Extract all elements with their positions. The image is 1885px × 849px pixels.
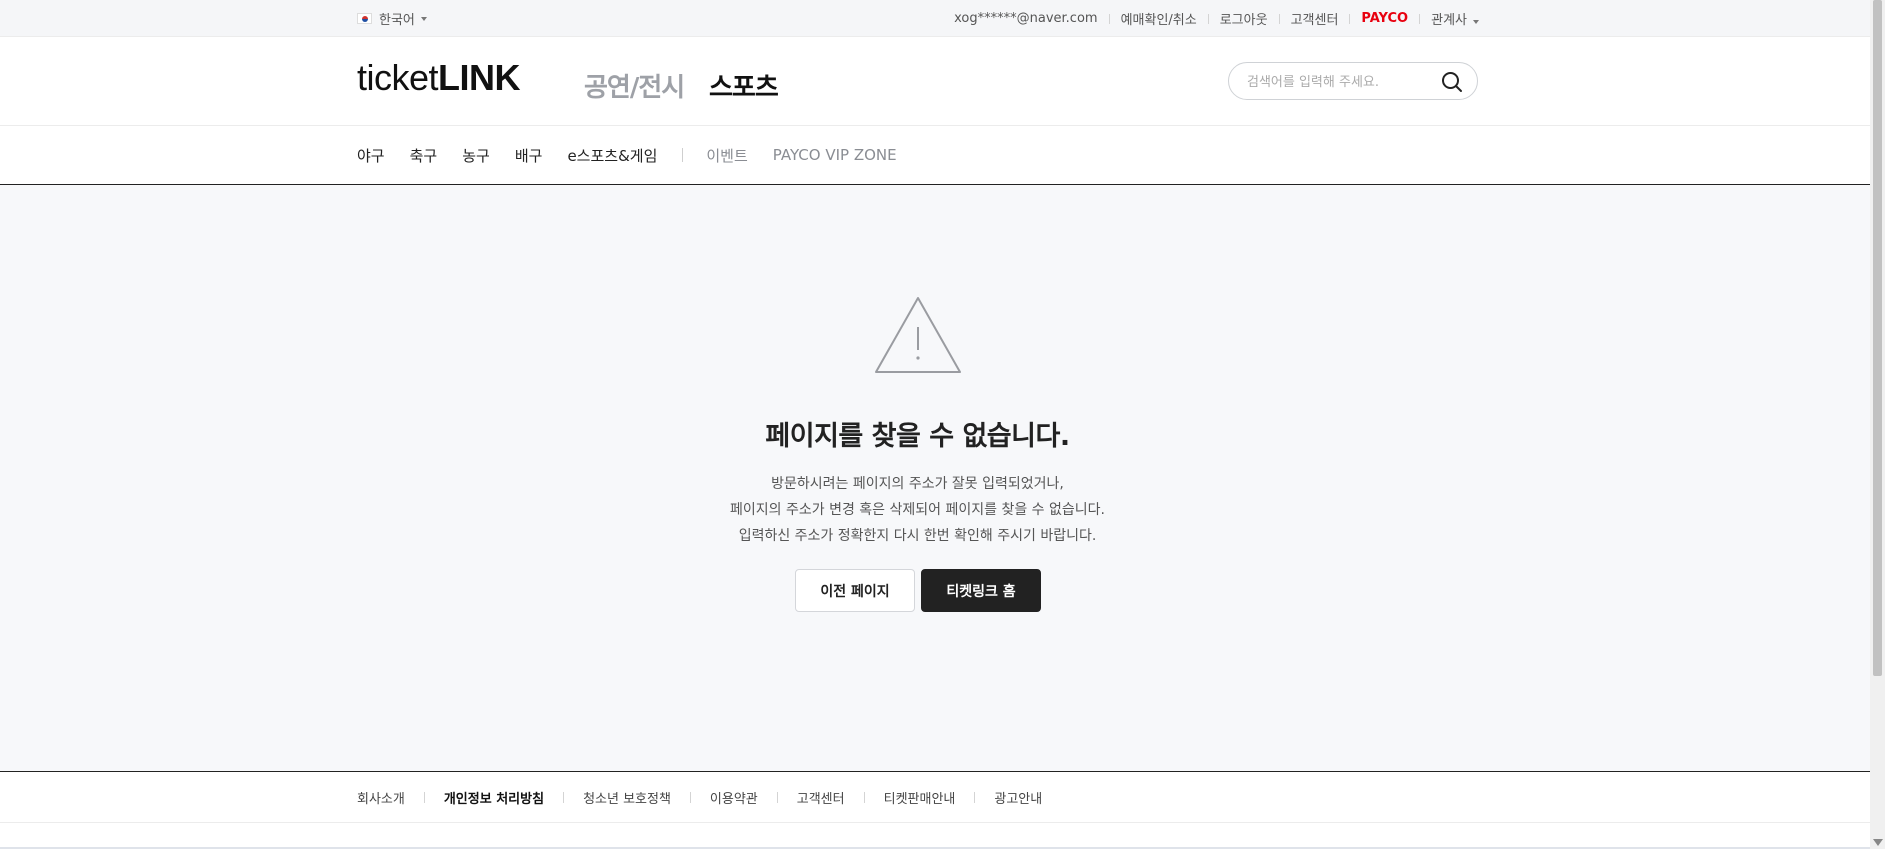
- footer-divider: [423, 791, 425, 803]
- utility-links: xog******@naver.com 예매확인/취소 로그아웃 고객센터 PA…: [954, 9, 1479, 28]
- warning-triangle-icon: [875, 297, 961, 373]
- nav-item-baseball[interactable]: 야구: [357, 145, 385, 166]
- divider: [1278, 13, 1280, 24]
- divider: [1108, 13, 1110, 24]
- payco-link[interactable]: PAYCO: [1361, 11, 1408, 26]
- search-box: [1228, 62, 1478, 100]
- error-line: 입력하신 주소가 정확한지 다시 한번 확인해 주시기 바랍니다.: [738, 528, 1097, 544]
- booking-check-link[interactable]: 예매확인/취소: [1121, 9, 1197, 28]
- category-sports-tab[interactable]: 스포츠: [709, 67, 779, 104]
- nav-item-esports[interactable]: e스포츠&게임: [567, 145, 657, 166]
- previous-page-button[interactable]: 이전 페이지: [795, 569, 915, 612]
- footer-divider: [563, 791, 565, 803]
- nav-item-event[interactable]: 이벤트: [706, 145, 747, 166]
- nav-item-volleyball[interactable]: 배구: [515, 145, 543, 166]
- divider: [1419, 13, 1421, 24]
- scroll-down-arrow-icon[interactable]: [1873, 839, 1883, 846]
- korea-flag-icon: [357, 13, 372, 24]
- footer-link-privacy[interactable]: 개인정보 처리방침: [444, 788, 544, 807]
- scrollbar-thumb[interactable]: [1873, 0, 1882, 676]
- nav-item-basketball[interactable]: 농구: [462, 145, 490, 166]
- caret-down-icon: [1473, 20, 1479, 24]
- divider: [1207, 13, 1209, 24]
- language-label: 한국어: [379, 13, 415, 28]
- footer-nav: 회사소개 개인정보 처리방침 청소년 보호정책 이용약관 고객센터 티켓판매안내…: [0, 771, 1870, 823]
- language-selector[interactable]: 한국어: [357, 9, 427, 28]
- footer-link-advertising[interactable]: 광고안내: [994, 788, 1042, 807]
- search-input[interactable]: [1247, 72, 1437, 92]
- footer-link-customer-center[interactable]: 고객센터: [797, 788, 845, 807]
- ticketlink-home-button[interactable]: 티켓링크 홈: [921, 569, 1041, 612]
- nav-divider: [682, 148, 684, 162]
- caret-down-icon: [420, 16, 427, 21]
- error-title: 페이지를 찾을 수 없습니다.: [765, 421, 1070, 452]
- error-line: 페이지의 주소가 변경 혹은 삭제되어 페이지를 찾을 수 없습니다.: [730, 502, 1105, 518]
- nav-item-soccer[interactable]: 축구: [410, 145, 438, 166]
- footer-divider: [689, 791, 691, 803]
- footer-divider: [776, 791, 778, 803]
- search-icon[interactable]: [1441, 71, 1463, 93]
- divider: [1349, 13, 1351, 24]
- logo-text-light: ticket: [357, 57, 439, 98]
- logo-text-bold: LINK: [438, 57, 521, 98]
- page: 한국어 xog******@naver.com 예매확인/취소 로그아웃 고객센…: [0, 0, 1870, 849]
- error-line: 방문하시려는 페이지의 주소가 잘못 입력되었거나,: [771, 476, 1064, 492]
- category-performance-tab[interactable]: 공연/전시: [584, 67, 685, 104]
- footer-link-terms[interactable]: 이용약관: [710, 788, 758, 807]
- partner-menu[interactable]: 관계사: [1431, 9, 1479, 28]
- footer-link-about[interactable]: 회사소개: [357, 788, 405, 807]
- utility-bar: 한국어 xog******@naver.com 예매확인/취소 로그아웃 고객센…: [0, 0, 1870, 37]
- nav-item-payco-vip[interactable]: PAYCO VIP ZONE: [773, 146, 897, 164]
- partner-label: 관계사: [1431, 13, 1467, 28]
- vertical-scrollbar[interactable]: [1870, 0, 1885, 849]
- header: ticketLINK 공연/전시 스포츠: [0, 37, 1870, 126]
- footer-bottom: [0, 823, 1870, 849]
- sports-nav: 야구 축구 농구 배구 e스포츠&게임 이벤트 PAYCO VIP ZONE: [0, 126, 1870, 185]
- error-section: 페이지를 찾을 수 없습니다. 방문하시려는 페이지의 주소가 잘못 입력되었거…: [0, 185, 1870, 771]
- error-buttons: 이전 페이지 티켓링크 홈: [795, 569, 1041, 612]
- footer-divider: [974, 791, 976, 803]
- footer-link-ticket-sales[interactable]: 티켓판매안내: [884, 788, 956, 807]
- user-email[interactable]: xog******@naver.com: [954, 11, 1097, 26]
- error-description: 방문하시려는 페이지의 주소가 잘못 입력되었거나, 페이지의 주소가 변경 혹…: [0, 471, 1835, 549]
- ticketlink-logo[interactable]: ticketLINK: [357, 57, 521, 99]
- customer-center-link[interactable]: 고객센터: [1291, 9, 1339, 28]
- logout-link[interactable]: 로그아웃: [1220, 9, 1268, 28]
- footer-link-youth-policy[interactable]: 청소년 보호정책: [583, 788, 671, 807]
- footer-divider: [863, 791, 865, 803]
